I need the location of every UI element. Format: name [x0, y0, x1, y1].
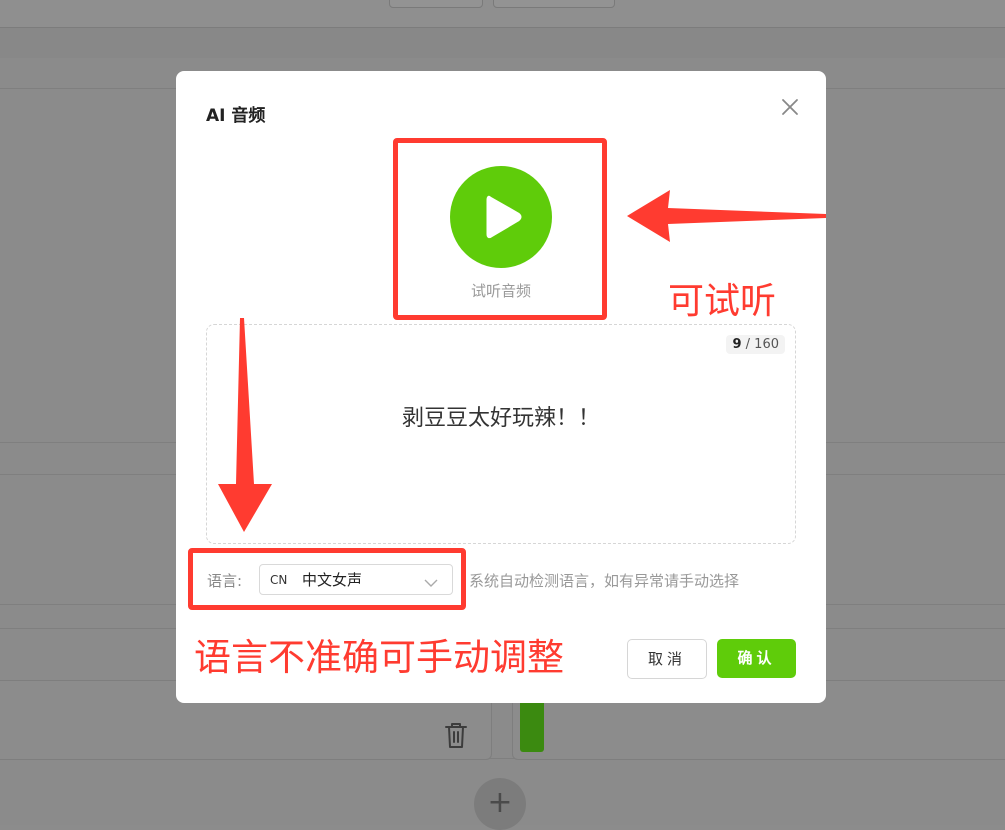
arrow-down-icon — [218, 318, 272, 532]
annotation-arrows — [218, 190, 826, 532]
annotation-language-note: 语言不准确可手动调整 — [194, 636, 564, 679]
annotation-play-note: 可试听 — [668, 281, 777, 322]
arrow-left-icon — [627, 190, 826, 242]
